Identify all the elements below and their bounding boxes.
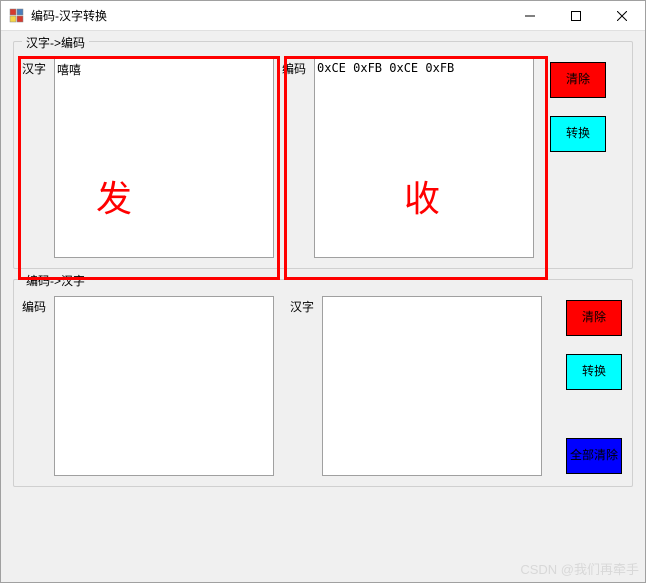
group1-buttons: 清除 转换 <box>550 58 606 258</box>
group1-row: 发 收 汉字 编码 清除 转换 <box>22 58 624 258</box>
hanzi-label-2: 汉字 <box>290 296 318 315</box>
bianma-label-2: 编码 <box>22 296 50 315</box>
close-button[interactable] <box>599 1 645 30</box>
minimize-button[interactable] <box>507 1 553 30</box>
window-controls <box>507 1 645 30</box>
convert-button-2[interactable]: 转换 <box>566 354 622 390</box>
hanzi-label: 汉字 <box>22 58 50 77</box>
clear-button[interactable]: 清除 <box>550 62 606 98</box>
group2-row: 编码 汉字 清除 转换 全部清除 <box>22 296 624 476</box>
app-icon <box>9 8 25 24</box>
watermark: CSDN @我们再牵手 <box>520 559 639 578</box>
group2-buttons: 清除 转换 全部清除 <box>566 296 622 476</box>
group2-bianma-field: 编码 <box>22 296 282 476</box>
window-body: 汉字->编码 发 收 汉字 编码 清除 转换 <box>1 31 645 582</box>
bianma-input[interactable] <box>54 296 274 476</box>
bianma-label: 编码 <box>282 58 310 77</box>
group2-title: 编码->汉字 <box>22 272 89 289</box>
clear-all-button[interactable]: 全部清除 <box>566 438 622 474</box>
bianma-output[interactable] <box>314 58 534 258</box>
convert-button[interactable]: 转换 <box>550 116 606 152</box>
maximize-button[interactable] <box>553 1 599 30</box>
titlebar[interactable]: 编码-汉字转换 <box>1 1 645 31</box>
hanzi-input[interactable] <box>54 58 274 258</box>
window-title: 编码-汉字转换 <box>31 7 507 24</box>
app-window: 编码-汉字转换 汉字->编码 发 收 <box>0 0 646 583</box>
clear-button-2[interactable]: 清除 <box>566 300 622 336</box>
group1-hanzi-field: 汉字 <box>22 58 282 258</box>
group-hanzi-to-bianma: 汉字->编码 发 收 汉字 编码 清除 转换 <box>13 41 633 269</box>
group-bianma-to-hanzi: 编码->汉字 编码 汉字 清除 转换 全部清除 <box>13 279 633 487</box>
group1-bianma-field: 编码 <box>282 58 542 258</box>
hanzi-output[interactable] <box>322 296 542 476</box>
group1-title: 汉字->编码 <box>22 34 89 51</box>
group2-hanzi-field: 汉字 <box>290 296 550 476</box>
